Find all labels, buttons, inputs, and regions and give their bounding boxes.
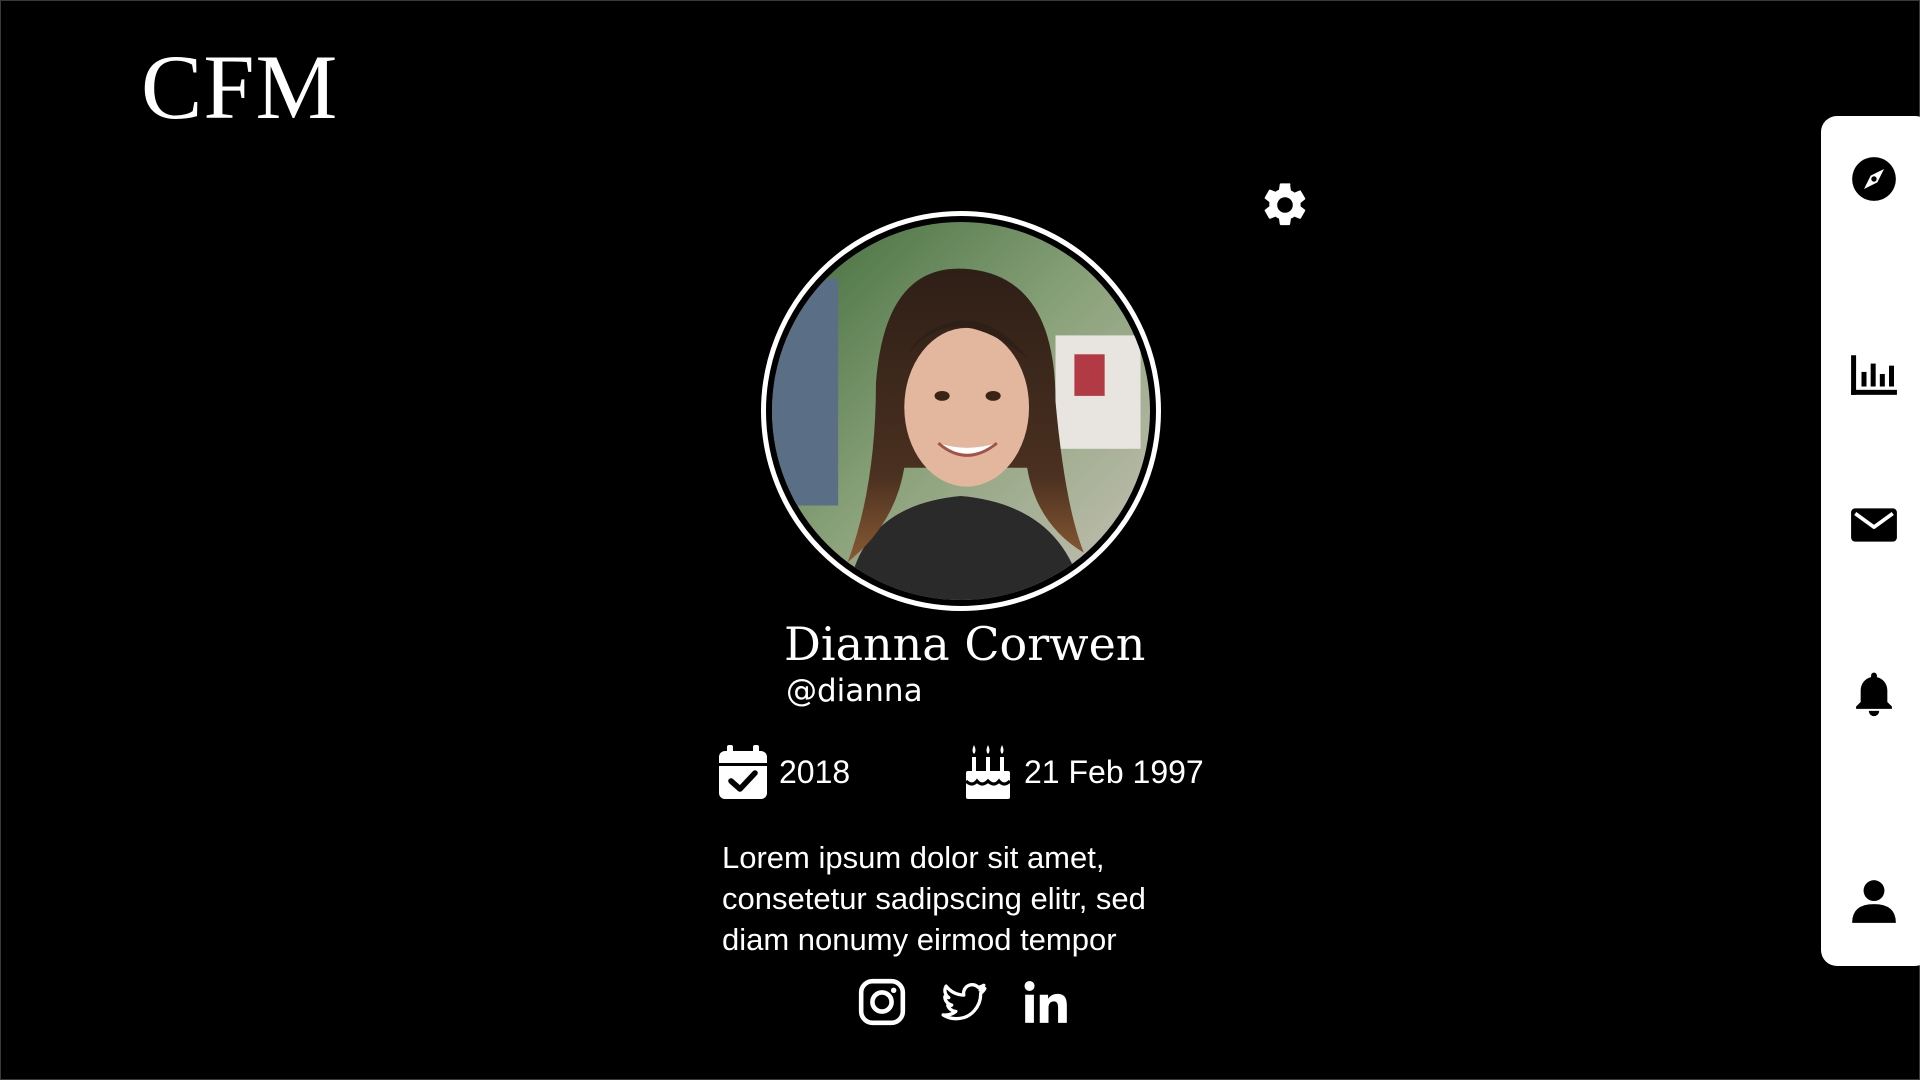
calendar-check-icon <box>719 745 767 799</box>
bio-line: consetetur sadipscing elitr, sed <box>722 881 1146 916</box>
bio-line: Lorem ipsum dolor sit amet, <box>722 840 1105 875</box>
profile-handle: @dianna <box>786 673 923 709</box>
joined-info: 2018 <box>719 745 850 799</box>
avatar-photo <box>772 222 1150 600</box>
avatar[interactable] <box>772 222 1150 600</box>
profile-name: Dianna Corwen <box>784 617 1146 671</box>
linkedin-icon[interactable] <box>1021 977 1071 1027</box>
twitter-icon[interactable] <box>939 977 989 1027</box>
instagram-icon[interactable] <box>857 977 907 1027</box>
birthday-date: 21 Feb 1997 <box>1024 753 1204 790</box>
compass-icon[interactable] <box>1849 154 1899 204</box>
side-navigation <box>1821 116 1920 966</box>
joined-year: 2018 <box>779 753 851 790</box>
profile-bio: Lorem ipsum dolor sit amet, consetetur s… <box>722 837 1202 960</box>
envelope-icon[interactable] <box>1849 500 1899 550</box>
profile-page: CFM Dianna Corwen @dianna 2018 21 Feb 19… <box>0 0 1920 1080</box>
gear-icon[interactable] <box>1259 179 1311 231</box>
bio-line: diam nonumy eirmod tempor <box>722 922 1117 957</box>
brand-logo[interactable]: CFM <box>141 41 338 133</box>
avatar-frame <box>761 211 1161 611</box>
user-icon[interactable] <box>1849 876 1899 926</box>
social-links <box>857 977 1071 1027</box>
bar-chart-icon[interactable] <box>1849 349 1899 399</box>
birthday-cake-icon <box>964 745 1012 799</box>
bell-icon[interactable] <box>1849 668 1899 718</box>
birthday-info: 21 Feb 1997 <box>964 745 1204 799</box>
gear-icon-glyph <box>1264 183 1306 226</box>
